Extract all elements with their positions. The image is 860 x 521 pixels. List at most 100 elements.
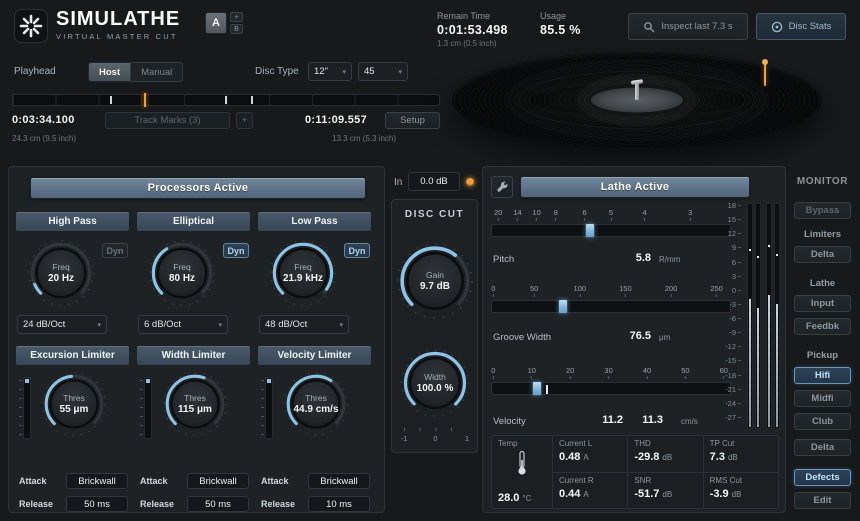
width-attack-value[interactable]: Brickwall	[187, 473, 249, 489]
track-marks-button[interactable]: Track Marks (3)	[105, 112, 230, 129]
edit-button[interactable]: Edit	[794, 492, 851, 509]
disc-speed-select[interactable]: 45▾	[358, 62, 408, 81]
disc-stats-button[interactable]: Disc Stats	[756, 13, 846, 40]
velocity-label: Velocity	[493, 416, 526, 427]
pickup-club-button[interactable]: Club	[794, 413, 851, 430]
excursion-thres-knob[interactable]: Thres55 μm	[41, 371, 107, 437]
pickup-hifi-button[interactable]: Hifi	[794, 367, 851, 384]
lathe-input-button[interactable]: Input	[794, 295, 851, 312]
release-label: Release	[261, 499, 295, 509]
chevron-down-icon: ▾	[97, 321, 101, 329]
level-meter-out-left	[766, 203, 772, 429]
pitch-scale: 20 14 10 8 6 5 4 3	[491, 208, 731, 220]
remain-time-value: 0:01:53.498	[437, 23, 508, 37]
knob-label: Thres	[184, 393, 206, 403]
elapsed-time: 0:03:34.100	[12, 114, 75, 126]
lathe-feedback-button[interactable]: Feedbk	[794, 318, 851, 335]
input-gain-box[interactable]: 0.0 dB	[408, 172, 460, 191]
knob-label: Freq	[294, 262, 311, 272]
knob-label: Thres	[63, 393, 85, 403]
defects-button[interactable]: Defects	[794, 469, 851, 486]
pickup-midfi-button[interactable]: Midfi	[794, 390, 851, 407]
temp-unit: °C	[522, 494, 531, 503]
processors-active-button[interactable]: Processors Active	[30, 177, 366, 199]
highpass-freq-knob[interactable]: Freq20 Hz	[27, 239, 95, 307]
highpass-slope-select[interactable]: 24 dB/Oct▾	[17, 315, 107, 334]
velocity-slider[interactable]	[491, 382, 731, 395]
scale-tick: 4	[643, 208, 647, 221]
ab-snapshot-b-button[interactable]: B	[230, 24, 243, 34]
groove-width-unit: μm	[659, 333, 670, 342]
velocity-release-row: Release 10 ms	[257, 496, 372, 512]
remain-time-label: Remain Time	[437, 11, 508, 21]
track-mark[interactable]	[225, 96, 227, 104]
knob-value: 44.9 cm/s	[293, 404, 338, 415]
slope-value: 6 dB/Oct	[144, 319, 181, 330]
ab-snapshot-a-button[interactable]: A	[205, 12, 227, 34]
disc-surface	[452, 52, 822, 148]
excursion-release-value[interactable]: 50 ms	[66, 496, 128, 512]
width-release-value[interactable]: 50 ms	[187, 496, 249, 512]
lowpass-header[interactable]: Low Pass	[257, 211, 372, 232]
gr-threshold-cap	[146, 379, 150, 383]
gr-threshold-cap	[25, 379, 29, 383]
peak-marker	[749, 249, 751, 251]
scale-tick: 200	[665, 284, 678, 297]
disc-type-label: Disc Type	[255, 66, 299, 77]
gain-knob[interactable]: Gain9.7 dB	[396, 242, 474, 320]
peak-marker	[776, 254, 778, 256]
add-track-mark-button[interactable]: +	[236, 112, 253, 129]
lathe-active-button[interactable]: Lathe Active	[520, 176, 750, 198]
elliptical-header[interactable]: Elliptical	[136, 211, 251, 232]
thermometer-icon	[517, 450, 527, 476]
bypass-button[interactable]: Bypass	[794, 202, 851, 219]
setup-button[interactable]: Setup	[385, 112, 440, 129]
highpass-header[interactable]: High Pass	[15, 211, 130, 232]
excursion-limiter-header[interactable]: Excursion Limiter	[15, 345, 130, 366]
usage-label: Usage	[540, 11, 581, 21]
host-button[interactable]: Host	[88, 62, 130, 82]
velocity-limiter-header[interactable]: Velocity Limiter	[257, 345, 372, 366]
groove-width-slider[interactable]	[491, 300, 731, 313]
knob-label: Thres	[305, 393, 327, 403]
excursion-attack-value[interactable]: Brickwall	[66, 473, 128, 489]
groove-width-value: 76.5	[589, 330, 651, 342]
lowpass-dyn-button[interactable]: Dyn	[344, 243, 370, 258]
velocity-thres-knob[interactable]: Thres44.9 cm/s	[283, 371, 349, 437]
excursion-attack-row: Attack Brickwall	[15, 473, 130, 489]
elliptical-freq-knob[interactable]: Freq80 Hz	[148, 239, 216, 307]
disc-size-select[interactable]: 12"▾	[308, 62, 352, 81]
width-thres-knob[interactable]: Thres115 μm	[162, 371, 228, 437]
lowpass-freq-knob[interactable]: Freq21.9 kHz	[269, 239, 337, 307]
current-r-unit: A	[583, 490, 588, 499]
scale-tick: 1	[465, 434, 469, 443]
manual-button[interactable]: Manual	[130, 62, 183, 82]
velocity-release-value[interactable]: 10 ms	[308, 496, 370, 512]
width-knob[interactable]: Width100.0 %	[400, 348, 470, 418]
pitch-slider[interactable]	[491, 224, 731, 237]
velocity-handle[interactable]	[532, 381, 542, 396]
width-limiter-header[interactable]: Width Limiter	[136, 345, 251, 366]
usage-block: Usage 85.5 %	[540, 11, 581, 37]
gr-threshold-cap	[267, 379, 271, 383]
velocity-attack-value[interactable]: Brickwall	[308, 473, 370, 489]
knob-label: Freq	[52, 262, 69, 272]
highpass-dyn-button[interactable]: Dyn	[102, 243, 128, 258]
limiters-delta-button[interactable]: Delta	[794, 246, 851, 263]
timeline[interactable]	[12, 94, 440, 106]
lathe-settings-button[interactable]	[491, 176, 513, 198]
scale-tick: 6	[583, 208, 587, 221]
elliptical-slope-select[interactable]: 6 dB/Oct▾	[138, 315, 228, 334]
meter-fill	[757, 308, 759, 427]
ab-add-button[interactable]: +	[230, 12, 243, 22]
inspect-button[interactable]: Inspect last 7.3 s	[628, 13, 748, 40]
pickup-delta-button[interactable]: Delta	[794, 439, 851, 456]
lowpass-slope-select[interactable]: 48 dB/Oct▾	[259, 315, 349, 334]
pitch-handle[interactable]	[585, 223, 595, 238]
playhead-marker[interactable]	[144, 93, 146, 107]
elliptical-dyn-button[interactable]: Dyn	[223, 243, 249, 258]
groove-width-handle[interactable]	[558, 299, 568, 314]
track-mark[interactable]	[251, 96, 253, 104]
track-mark[interactable]	[110, 96, 112, 104]
current-l-cell: Current L 0.48A	[553, 436, 627, 472]
